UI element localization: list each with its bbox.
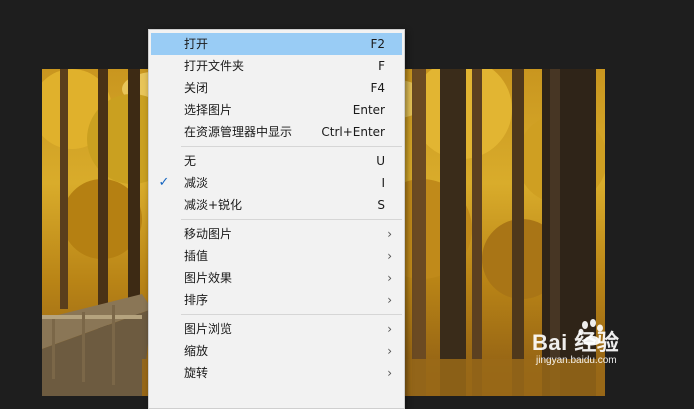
menu-item-label: 旋转 [184,366,209,380]
menu-item-label: 缩放 [184,344,209,358]
submenu-arrow-icon: › [387,271,392,285]
menu-item-label: 插值 [184,249,209,263]
watermark-url: jingyan.baidu.com [536,355,617,366]
menu-item-label: 选择图片 [184,103,233,117]
menu-item-shortcut: F [378,59,385,73]
context-menu: 打开 F2 打开文件夹 F 关闭 F4 选择图片 Enter 在资源管理器中显示 Ctrl+Ent… [148,29,405,409]
menu-item[interactable]: 排序 › [151,289,402,311]
submenu-arrow-icon: › [387,293,392,307]
menu-item[interactable]: 选择图片 Enter [151,99,402,121]
menu-item-label: 图片效果 [184,271,233,285]
watermark: Bai 经验 jingyan.baidu.com [532,319,619,366]
menu-item[interactable]: 打开 F2 [151,33,402,55]
menu-item-label: 移动图片 [184,227,233,241]
menu-item[interactable]: 无U [151,150,402,172]
menu-separator [181,146,402,147]
baidu-paw-icon [578,319,603,346]
menu-item[interactable]: 缩放 › [151,340,402,362]
submenu-arrow-icon: › [387,344,392,358]
menu-separator [181,219,402,220]
menu-item-label: 关闭 [184,81,209,95]
menu-item[interactable]: 减淡+锐化 S [151,194,402,216]
menu-item[interactable]: 在资源管理器中显示 Ctrl+Enter [151,121,402,143]
menu-item[interactable]: 插值 › [151,245,402,267]
submenu-arrow-icon: › [387,366,392,380]
menu-item-shortcut: F2 [370,37,385,51]
menu-item-label: 减淡 [184,176,209,190]
menu-item[interactable]: ✓ 减淡 I [151,172,402,194]
menu-item[interactable]: 关闭 F4 [151,77,402,99]
menu-item-label: 图片浏览 [184,322,233,336]
menu-item[interactable]: 旋转 › [151,362,402,384]
checkmark-icon: ✓ [158,175,170,190]
submenu-arrow-icon: › [387,227,392,241]
menu-item-label: 排序 [184,293,209,307]
menu-item-shortcut: U [376,154,385,168]
menu-item-label: 打开 [184,37,209,51]
menu-item-shortcut: Enter [352,103,385,117]
menu-item-shortcut: Ctrl+Enter [321,125,385,139]
menu-item[interactable]: 移动图片 › [151,223,402,245]
menu-item[interactable]: 图片浏览 › [151,318,402,340]
menu-item-label: 打开文件夹 [184,59,245,73]
submenu-arrow-icon: › [387,322,392,336]
menu-item[interactable]: 打开文件夹 F [151,55,402,77]
menu-item[interactable]: 图片效果 › [151,267,402,289]
menu-item-shortcut: S [377,198,385,212]
menu-separator [181,314,402,315]
menu-item-shortcut: I [381,176,385,190]
menu-item-label: 在资源管理器中显示 [184,125,293,139]
menu-item-label: 减淡+锐化 [184,198,243,212]
submenu-arrow-icon: › [387,249,392,263]
menu-item-shortcut: F4 [370,81,385,95]
menu-item-label: 无 [184,154,197,168]
